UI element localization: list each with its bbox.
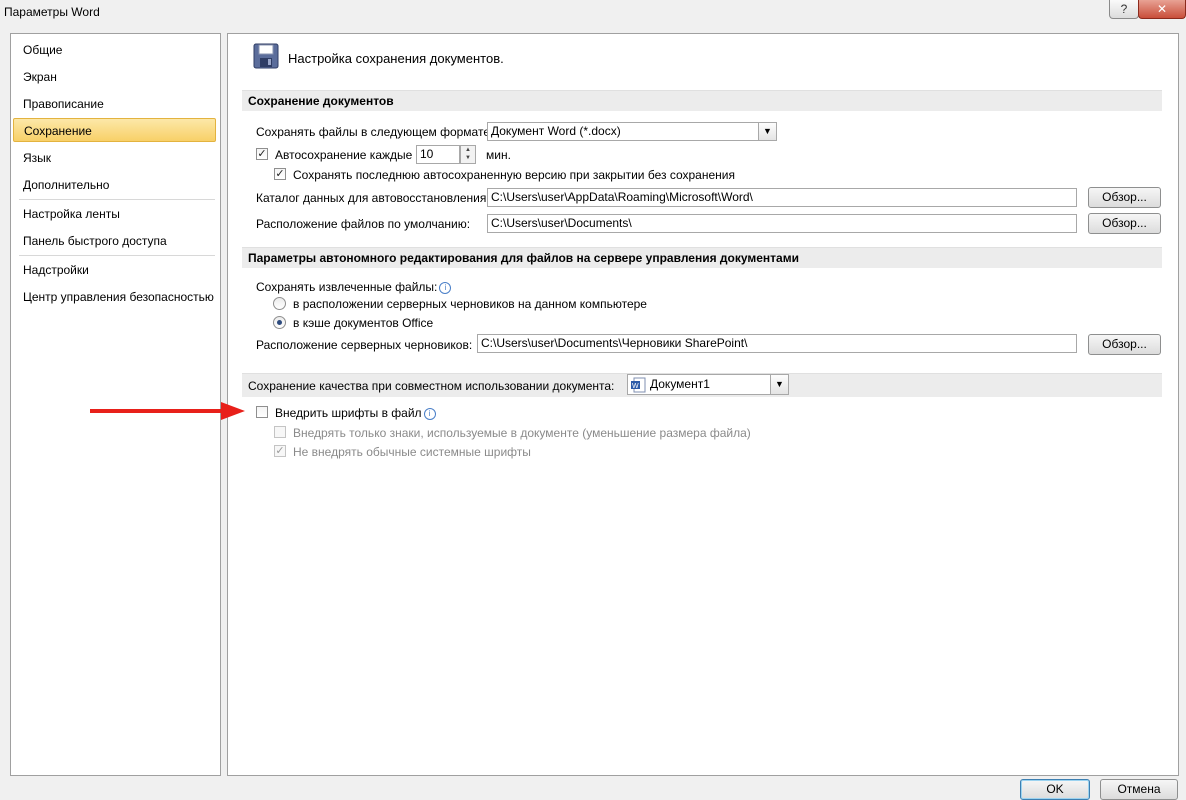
spin-up-icon: ▲ bbox=[465, 147, 471, 153]
fidelity-document-value: Документ1 bbox=[650, 377, 710, 391]
title-bar: Параметры Word ? ✕ bbox=[0, 0, 1186, 28]
save-format-value: Документ Word (*.docx) bbox=[491, 124, 621, 138]
save-floppy-icon bbox=[253, 43, 279, 69]
sidebar-item-quick-access[interactable]: Панель быстрого доступа bbox=[13, 229, 216, 253]
radio-office-cache[interactable] bbox=[273, 316, 286, 329]
info-icon: i bbox=[423, 408, 436, 420]
keep-last-autosave-checkbox[interactable]: ✓ bbox=[274, 168, 286, 180]
save-checked-out-label: Сохранять извлеченные файлы: i bbox=[256, 280, 452, 294]
sidebar-item-language[interactable]: Язык bbox=[13, 146, 216, 170]
drafts-location-input[interactable]: C:\Users\user\Documents\Черновики ShareP… bbox=[477, 334, 1077, 353]
embed-fonts-label: Внедрить шрифты в файл i bbox=[275, 406, 436, 420]
page-title: Настройка сохранения документов. bbox=[288, 51, 504, 66]
sidebar-item-trust-center[interactable]: Центр управления безопасностью bbox=[13, 285, 216, 309]
radio-office-cache-label: в кэше документов Office bbox=[293, 316, 434, 330]
default-location-input[interactable]: C:\Users\user\Documents\ bbox=[487, 214, 1077, 233]
ok-button[interactable]: OK bbox=[1020, 779, 1090, 800]
sidebar-item-save[interactable]: Сохранение bbox=[13, 118, 216, 142]
sidebar-item-display[interactable]: Экран bbox=[13, 65, 216, 89]
embed-only-used-checkbox[interactable] bbox=[274, 426, 286, 438]
autorecover-path-input[interactable]: C:\Users\user\AppData\Roaming\Microsoft\… bbox=[487, 188, 1077, 207]
browse-default-location-button[interactable]: Обзор... bbox=[1088, 213, 1161, 234]
info-icon: i bbox=[439, 282, 452, 294]
autorecover-label: Каталог данных для автовосстановления: bbox=[256, 191, 490, 205]
save-format-dropdown[interactable]: Документ Word (*.docx) ▼ bbox=[487, 122, 777, 141]
window-title: Параметры Word bbox=[4, 5, 100, 19]
chevron-down-icon: ▼ bbox=[758, 123, 776, 140]
main-panel: Настройка сохранения документов. Сохране… bbox=[227, 33, 1179, 776]
browse-drafts-location-button[interactable]: Обзор... bbox=[1088, 334, 1161, 355]
spin-down-icon: ▼ bbox=[465, 155, 471, 161]
autosave-spinner[interactable]: ▲ ▼ bbox=[460, 145, 476, 164]
section-save-documents: Сохранение документов bbox=[242, 90, 1162, 111]
sidebar-divider bbox=[19, 255, 215, 256]
preserve-fidelity-title: Сохранение качества при совместном испол… bbox=[248, 379, 615, 393]
embed-fonts-text: Внедрить шрифты в файл bbox=[275, 406, 422, 420]
help-button[interactable]: ? bbox=[1109, 0, 1139, 19]
autosave-unit: мин. bbox=[486, 148, 511, 162]
save-format-label: Сохранять файлы в следующем формате: bbox=[256, 125, 494, 139]
word-document-icon: W bbox=[631, 377, 646, 393]
close-button[interactable]: ✕ bbox=[1138, 0, 1186, 19]
chevron-down-icon: ▼ bbox=[770, 375, 788, 394]
sidebar-item-advanced[interactable]: Дополнительно bbox=[13, 173, 216, 197]
radio-server-drafts[interactable] bbox=[273, 297, 286, 310]
help-icon: ? bbox=[1120, 2, 1128, 16]
autosave-minutes-input[interactable]: 10 bbox=[416, 145, 460, 164]
sidebar-item-proofing[interactable]: Правописание bbox=[13, 92, 216, 116]
embed-fonts-checkbox[interactable] bbox=[256, 406, 268, 418]
close-icon: ✕ bbox=[1156, 2, 1168, 16]
keep-last-autosave-label: Сохранять последнюю автосохраненную верс… bbox=[293, 168, 735, 182]
sidebar-divider bbox=[19, 199, 215, 200]
no-common-fonts-checkbox[interactable]: ✓ bbox=[274, 445, 286, 457]
save-checked-out-text: Сохранять извлеченные файлы: bbox=[256, 280, 438, 294]
autosave-checkbox[interactable]: ✓ bbox=[256, 148, 268, 160]
drafts-location-label: Расположение серверных черновиков: bbox=[256, 338, 473, 352]
fidelity-document-dropdown[interactable]: W Документ1 ▼ bbox=[627, 374, 789, 395]
radio-server-drafts-label: в расположении серверных черновиков на д… bbox=[293, 297, 647, 311]
sidebar-item-general[interactable]: Общие bbox=[13, 38, 216, 62]
autosave-label: Автосохранение каждые bbox=[275, 148, 413, 162]
cancel-button[interactable]: Отмена bbox=[1100, 779, 1178, 800]
sidebar-item-addins[interactable]: Надстройки bbox=[13, 258, 216, 282]
no-common-fonts-label: Не внедрять обычные системные шрифты bbox=[293, 445, 531, 459]
section-offline-editing: Параметры автономного редактирования для… bbox=[242, 247, 1162, 268]
browse-autorecover-button[interactable]: Обзор... bbox=[1088, 187, 1161, 208]
sidebar-item-customize-ribbon[interactable]: Настройка ленты bbox=[13, 202, 216, 226]
svg-text:W: W bbox=[632, 383, 639, 390]
annotation-arrow-icon bbox=[90, 402, 245, 420]
embed-only-used-label: Внедрять только знаки, используемые в до… bbox=[293, 426, 751, 440]
default-location-label: Расположение файлов по умолчанию: bbox=[256, 217, 471, 231]
